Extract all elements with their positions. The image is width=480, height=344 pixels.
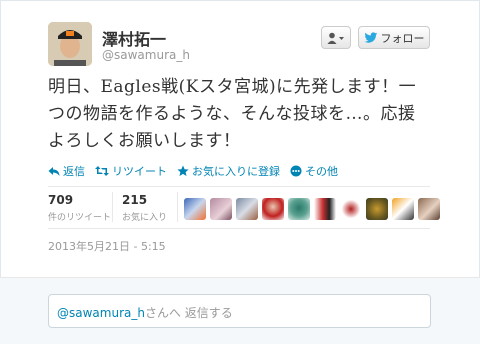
reply-icon: [48, 167, 60, 176]
user-dropdown-icon: [327, 32, 344, 44]
user-actions-dropdown[interactable]: [321, 26, 351, 49]
star-icon: [177, 165, 189, 176]
avatar-photo: [48, 22, 92, 66]
retweet-action[interactable]: リツイート: [95, 163, 167, 179]
divider: [48, 228, 430, 229]
more-icon: [290, 165, 302, 177]
follow-button[interactable]: フォロー: [358, 26, 430, 49]
retweet-count-label: 件のリツイート: [48, 213, 112, 223]
favorite-stat[interactable]: 215 お気に入り: [122, 193, 167, 223]
retweeter-avatar[interactable]: [418, 198, 440, 220]
more-label: その他: [305, 165, 338, 178]
user-handle[interactable]: @sawamura_h: [102, 48, 190, 62]
more-action[interactable]: その他: [290, 163, 338, 179]
stat-separator: [177, 192, 178, 222]
retweeter-avatar[interactable]: [392, 198, 414, 220]
favorite-count-label: お気に入り: [122, 213, 168, 223]
retweet-stat[interactable]: 709 件のリツイート: [48, 193, 111, 223]
retweeter-avatar[interactable]: [184, 198, 206, 220]
reply-mention: @sawamura_h: [57, 306, 145, 320]
favorite-count: 215: [122, 193, 148, 207]
divider: [48, 186, 430, 187]
favorite-action[interactable]: お気に入りに登録: [177, 163, 280, 179]
tweet-text: 明日、Eagles戦(Kスタ宮城)に先発します！一つの物語を作るような、そんな投…: [48, 77, 417, 151]
retweet-label: リツイート: [112, 165, 167, 178]
retweet-count: 709: [48, 193, 74, 207]
display-name[interactable]: 澤村拓一: [102, 26, 166, 50]
retweeter-avatar[interactable]: [288, 198, 310, 220]
retweeter-avatars: [184, 198, 440, 220]
stat-separator: [112, 192, 113, 222]
retweeter-avatar[interactable]: [262, 198, 284, 220]
profile-avatar[interactable]: [48, 22, 92, 66]
reply-label: 返信: [63, 165, 85, 178]
reply-placeholder: さんへ 返信する: [144, 306, 233, 320]
twitter-bird-icon: [363, 31, 377, 43]
retweeter-avatar[interactable]: [366, 198, 388, 220]
retweet-icon: [95, 166, 109, 176]
retweeter-avatar[interactable]: [210, 198, 232, 220]
reply-action[interactable]: 返信: [48, 163, 85, 179]
tweet-actions: 返信 リツイート お気に入りに登録 その他: [48, 163, 338, 179]
favorite-label: お気に入りに登録: [192, 165, 280, 178]
reply-input[interactable]: @sawamura_hさんへ 返信する: [48, 294, 431, 328]
follow-label: フォロー: [380, 31, 425, 45]
tweet-timestamp[interactable]: 2013年5月21日 - 5:15: [48, 238, 166, 254]
retweeter-avatar[interactable]: [236, 198, 258, 220]
retweeter-avatar[interactable]: [340, 198, 362, 220]
retweeter-avatar[interactable]: [314, 198, 336, 220]
